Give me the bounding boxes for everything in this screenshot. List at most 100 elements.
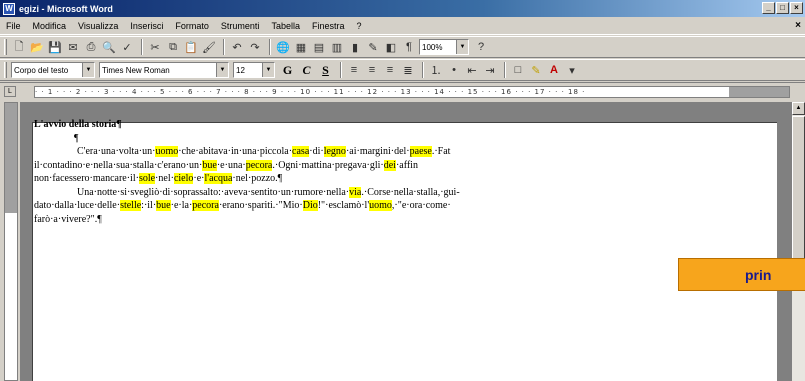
minimize-button[interactable]: _ xyxy=(762,2,775,14)
insert-excel-icon[interactable]: ▥ xyxy=(329,39,345,55)
zoom-select[interactable]: 100% ▼ xyxy=(419,39,469,55)
menu-inserisci[interactable]: Inserisci xyxy=(124,21,169,31)
vertical-scrollbar[interactable]: ▲ xyxy=(792,102,805,381)
text-run: farò·a·vivere?".¶ xyxy=(34,213,102,225)
document-text[interactable]: L'avvio della storia¶ ¶ C'era·una·volta·… xyxy=(34,118,674,226)
toolbar-separator xyxy=(223,39,225,55)
toolbar-separator xyxy=(141,39,143,55)
format-painter-icon[interactable]: 🖌 xyxy=(201,39,217,55)
paragraph-line: non·facessero·mancare·il·sole·nel·cielo·… xyxy=(34,172,674,186)
highlighted-word: casa xyxy=(292,146,310,157)
window-title: egizi - Microsoft Word xyxy=(19,3,113,14)
overlay-banner[interactable]: prin xyxy=(678,258,805,291)
hyperlink-icon[interactable]: 🌐 xyxy=(275,39,291,55)
insert-table-icon[interactable]: ▤ xyxy=(311,39,327,55)
chevron-down-icon[interactable]: ▼ xyxy=(262,63,274,77)
restore-button[interactable]: □ xyxy=(776,2,789,14)
document-map-icon[interactable]: ◧ xyxy=(383,39,399,55)
font-select[interactable]: Times New Roman ▼ xyxy=(99,62,229,78)
scroll-up-icon[interactable]: ▲ xyxy=(792,102,805,115)
paste-icon[interactable]: 📋 xyxy=(183,39,199,55)
highlighted-word: cielo xyxy=(173,173,194,184)
standard-toolbar: 🗋 📂 💾 ✉ ⎙ 🔍 ✓ ✂ ⧉ 📋 🖌 ↶ ↷ 🌐 ▦ ▤ ▥ ▮ ✎ ◧ … xyxy=(0,36,805,58)
border-icon[interactable]: □ xyxy=(510,62,526,78)
chevron-down-icon[interactable]: ▼ xyxy=(456,40,468,54)
window-controls: _ □ × xyxy=(762,2,803,14)
print-preview-icon[interactable]: 🔍 xyxy=(101,39,117,55)
columns-icon[interactable]: ▮ xyxy=(347,39,363,55)
help-icon[interactable]: ? xyxy=(473,39,489,55)
text-run: .·Fat xyxy=(431,146,451,157)
menu-file[interactable]: File xyxy=(0,21,27,31)
text-run: ·nel·pozzo.¶ xyxy=(232,173,283,184)
menu-visualizza[interactable]: Visualizza xyxy=(72,21,124,31)
align-left-icon[interactable]: ≡ xyxy=(346,62,362,78)
paragraph-line: Una·notte·si·svegliò·di·soprassalto:·ave… xyxy=(34,186,674,200)
highlighted-word: sole xyxy=(138,173,156,184)
copy-icon[interactable]: ⧉ xyxy=(165,39,181,55)
document-heading: L'avvio della storia¶ xyxy=(34,119,122,130)
text-run: non·facessero·mancare·il· xyxy=(34,173,139,184)
horizontal-ruler[interactable]: · · 1 · · · 2 · · · 3 · · · 4 · · · 5 · … xyxy=(34,86,790,98)
font-size-select[interactable]: 12 ▼ xyxy=(233,62,275,78)
cut-icon[interactable]: ✂ xyxy=(147,39,163,55)
menu-strumenti[interactable]: Strumenti xyxy=(215,21,266,31)
text-run: ·nel· xyxy=(155,173,174,184)
increase-indent-icon[interactable]: ⇥ xyxy=(482,62,498,78)
align-right-icon[interactable]: ≡ xyxy=(382,62,398,78)
toolbar-options-icon[interactable]: ▾ xyxy=(564,62,580,78)
text-run: Una·notte·si·svegliò·di·soprassalto:·ave… xyxy=(77,186,350,198)
highlighted-word: l'acqua xyxy=(204,173,233,184)
text-run: .·Ogni·mattina·pregava·gli· xyxy=(272,159,384,171)
chevron-down-icon[interactable]: ▼ xyxy=(82,63,94,77)
highlight-icon[interactable]: ✎ xyxy=(528,62,544,78)
italic-button[interactable]: C xyxy=(298,62,315,78)
underline-button[interactable]: S xyxy=(317,62,334,78)
font-color-icon[interactable]: A xyxy=(546,62,562,78)
new-document-icon[interactable]: 🗋 xyxy=(11,39,27,55)
menu-modifica[interactable]: Modifica xyxy=(27,21,73,31)
tab-selector-icon[interactable]: L xyxy=(4,86,16,97)
empty-paragraph: ¶ xyxy=(74,132,79,144)
numbering-icon[interactable]: ⒈ xyxy=(428,62,444,78)
justify-icon[interactable]: ≣ xyxy=(400,62,416,78)
toolbar-grip[interactable] xyxy=(4,62,7,78)
zoom-value: 100% xyxy=(422,42,443,52)
text-run: ·di· xyxy=(309,146,324,157)
word-app-icon[interactable]: W xyxy=(3,2,15,15)
menu-tabella[interactable]: Tabella xyxy=(265,21,306,31)
bold-button[interactable]: G xyxy=(279,62,296,78)
text-run: il·contadino·e·nella·sua·stalla·c'erano·… xyxy=(34,159,203,171)
scroll-thumb[interactable] xyxy=(792,116,805,266)
style-select[interactable]: Corpo del testo ▼ xyxy=(11,62,95,78)
chevron-down-icon[interactable]: ▼ xyxy=(216,63,228,77)
close-button[interactable]: × xyxy=(790,2,803,14)
vertical-ruler[interactable] xyxy=(4,102,18,381)
open-folder-icon[interactable]: 📂 xyxy=(29,39,45,55)
menu-finestra[interactable]: Finestra xyxy=(306,21,351,31)
drawing-icon[interactable]: ✎ xyxy=(365,39,381,55)
toolbar-grip[interactable] xyxy=(4,39,7,55)
show-hide-icon[interactable]: ¶ xyxy=(401,39,417,55)
menu-formato[interactable]: Formato xyxy=(169,21,215,31)
text-run: ·che·abitava·in·una·piccola· xyxy=(178,146,293,157)
highlighted-word: pecora xyxy=(245,159,273,171)
text-run: ·ai·margini·del· xyxy=(345,146,410,157)
bullets-icon[interactable]: • xyxy=(446,62,462,78)
style-value: Corpo del testo xyxy=(14,65,69,75)
menu-help[interactable]: ? xyxy=(350,21,367,31)
spelling-icon[interactable]: ✓ xyxy=(119,39,135,55)
ruler-row: L · · 1 · · · 2 · · · 3 · · · 4 · · · 5 … xyxy=(0,82,805,100)
save-icon[interactable]: 💾 xyxy=(47,39,63,55)
text-run: ·e·la· xyxy=(170,200,193,211)
redo-icon[interactable]: ↷ xyxy=(247,39,263,55)
undo-icon[interactable]: ↶ xyxy=(229,39,245,55)
tables-borders-icon[interactable]: ▦ xyxy=(293,39,309,55)
align-center-icon[interactable]: ≡ xyxy=(364,62,380,78)
print-icon[interactable]: ⎙ xyxy=(83,39,99,55)
decrease-indent-icon[interactable]: ⇤ xyxy=(464,62,480,78)
text-run: ·e· xyxy=(193,173,205,184)
email-icon[interactable]: ✉ xyxy=(65,39,81,55)
highlighted-word: bue xyxy=(156,200,171,211)
document-close-button[interactable]: × xyxy=(795,20,801,31)
